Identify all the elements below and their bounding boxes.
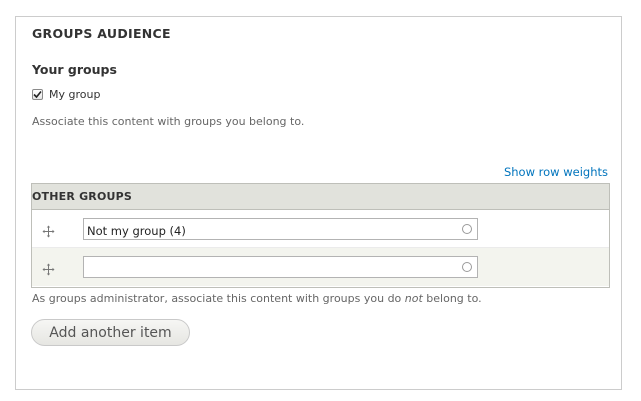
table-row (32, 210, 609, 248)
other-groups-header: OTHER GROUPS (32, 184, 609, 210)
your-groups-title: Your groups (32, 62, 117, 77)
my-group-checkbox[interactable] (32, 89, 43, 100)
groups-audience-fieldset: GROUPS AUDIENCE Your groups My group Ass… (15, 16, 622, 390)
autocomplete-throbber-icon (462, 262, 472, 272)
other-group-autocomplete-input[interactable] (83, 256, 478, 278)
other-groups-table: OTHER GROUPS (31, 183, 610, 288)
description-text: As groups administrator, associate this … (32, 292, 405, 305)
fieldset-legend: GROUPS AUDIENCE (32, 26, 171, 41)
autocomplete-throbber-icon (462, 224, 472, 234)
my-group-checkbox-label[interactable]: My group (49, 88, 100, 101)
move-cross-icon[interactable] (42, 261, 55, 276)
add-another-item-button[interactable]: Add another item (31, 319, 190, 346)
checkmark-icon (33, 90, 42, 99)
my-group-checkbox-row[interactable]: My group (32, 88, 100, 101)
your-groups-description: Associate this content with groups you b… (32, 115, 305, 128)
move-cross-icon[interactable] (42, 223, 55, 238)
other-group-autocomplete-input[interactable] (83, 218, 478, 240)
description-emphasis: not (404, 292, 423, 305)
description-text-end: belong to. (422, 292, 482, 305)
show-row-weights-link[interactable]: Show row weights (504, 165, 608, 179)
table-row (32, 248, 609, 286)
other-groups-description: As groups administrator, associate this … (32, 292, 482, 305)
